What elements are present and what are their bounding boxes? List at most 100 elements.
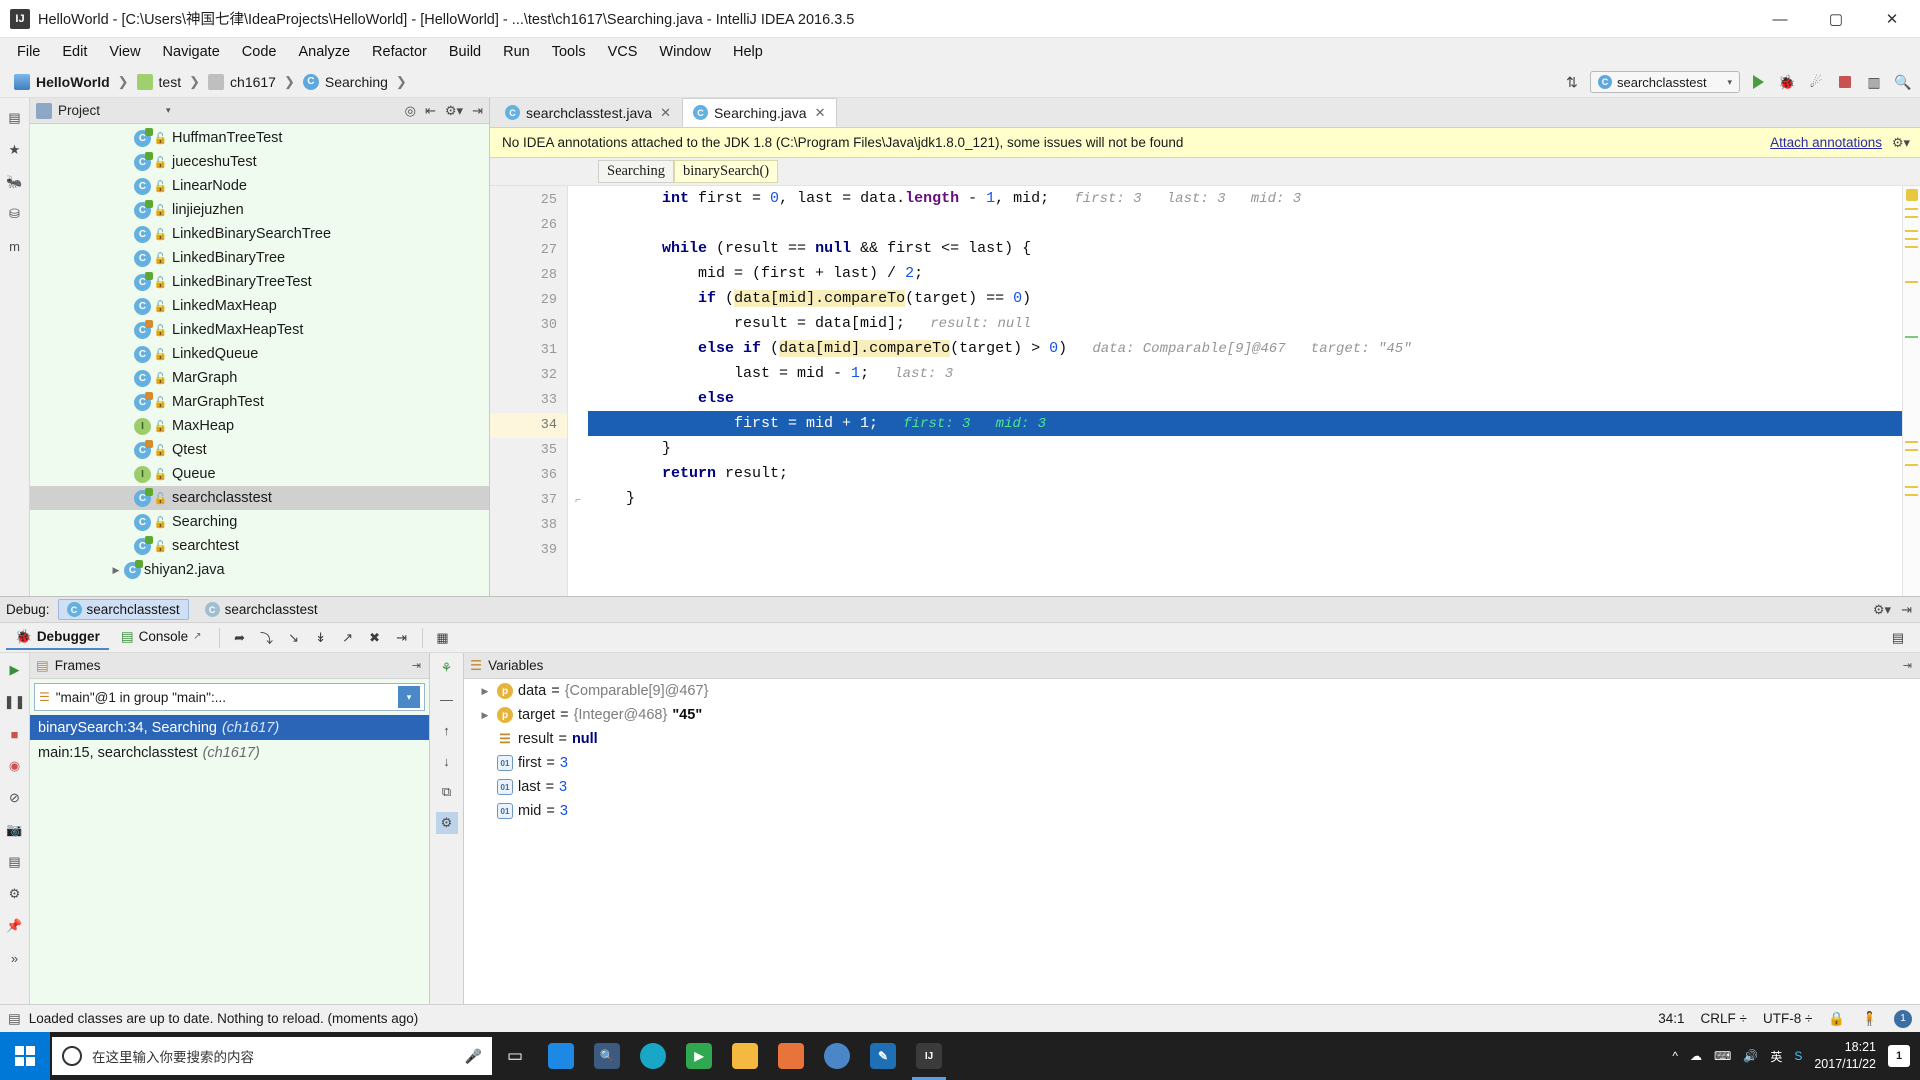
tree-item-searching[interactable]: C 🔓 Searching — [30, 510, 489, 534]
tray-volume-icon[interactable]: 🔊 — [1743, 1049, 1758, 1063]
tray-cloud-icon[interactable]: ☁ — [1690, 1049, 1702, 1063]
pin-icon[interactable]: ⇥ — [412, 659, 421, 672]
code-line[interactable] — [588, 211, 1902, 236]
taskbar-app-browser[interactable] — [814, 1032, 860, 1080]
step-out-icon[interactable]: ↗ — [336, 626, 360, 650]
menu-view[interactable]: View — [98, 41, 151, 63]
layout-icon[interactable]: ▥ — [1863, 71, 1885, 93]
tab-searchclasstest-java[interactable]: C searchclasstest.java ✕ — [494, 98, 682, 127]
debug-session-tab-2[interactable]: C searchclasstest — [197, 600, 326, 619]
tree-item-linjiejuzhen[interactable]: C 🔓 linjiejuzhen — [30, 198, 489, 222]
variable-row-first[interactable]: 01 first = 3 — [464, 751, 1920, 775]
chevron-right-icon[interactable]: ▶ — [478, 710, 492, 721]
settings-icon[interactable]: ⚙▾ — [1873, 602, 1891, 618]
settings-icon[interactable]: ⚙▾ — [445, 103, 463, 119]
hector-icon[interactable]: 🧍 — [1861, 1011, 1878, 1027]
tray-ime-icon[interactable]: 英 — [1770, 1048, 1782, 1065]
line-separator[interactable]: CRLF ÷ — [1701, 1011, 1747, 1026]
code-text-area[interactable]: int first = 0, last = data. length - 1, m… — [588, 186, 1902, 596]
layout-icon[interactable]: ▤ — [4, 851, 26, 873]
tree-item-linkedbinarytreetest[interactable]: C 🔓 LinkedBinaryTreeTest — [30, 270, 489, 294]
hide-icon[interactable]: ⇥ — [472, 103, 483, 119]
tree-item-qtest[interactable]: C 🔓 Qtest — [30, 438, 489, 462]
chevron-down-icon[interactable]: ▾ — [166, 105, 171, 116]
variable-row-last[interactable]: 01 last = 3 — [464, 775, 1920, 799]
taskbar-app-intellij[interactable]: IJ — [906, 1032, 952, 1080]
taskbar-app-magnifier[interactable]: 🔍 — [584, 1032, 630, 1080]
run-to-cursor-icon[interactable]: ⇥ — [390, 626, 414, 650]
chevron-right-icon[interactable]: ▶ — [108, 565, 124, 576]
inspection-status-icon[interactable] — [1906, 189, 1918, 201]
tab-searching-java[interactable]: C Searching.java ✕ — [681, 98, 837, 127]
view-breakpoints-icon[interactable]: ◉ — [4, 755, 26, 777]
restore-layout-icon[interactable]: ▤ — [1886, 626, 1910, 650]
notification-badge[interactable]: 1 — [1894, 1009, 1912, 1028]
tray-s-icon[interactable]: S — [1794, 1049, 1802, 1063]
mute-breakpoints-icon[interactable]: ⊘ — [4, 787, 26, 809]
minimize-button[interactable]: — — [1752, 0, 1808, 38]
tree-item-linkedqueue[interactable]: C 🔓 LinkedQueue — [30, 342, 489, 366]
tree-item-searchtest[interactable]: C 🔓 searchtest — [30, 534, 489, 558]
pin-icon[interactable]: ↗ — [193, 631, 201, 642]
code-folding-column[interactable]: ⌐ — [568, 186, 588, 596]
step-into-icon[interactable]: ↘ — [282, 626, 306, 650]
taskbar-app-orange[interactable] — [768, 1032, 814, 1080]
search-icon[interactable]: 🔍 — [1892, 71, 1914, 93]
code-line[interactable]: result = data[mid]; result: null — [588, 311, 1902, 336]
menu-help[interactable]: Help — [722, 41, 774, 63]
collapse-icon[interactable]: ⇤ — [425, 103, 436, 119]
drop-frame-icon[interactable]: ✖ — [363, 626, 387, 650]
debug-session-tab-1[interactable]: C searchclasstest — [57, 599, 189, 620]
breadcrumb-class[interactable]: C Searching — [297, 73, 394, 91]
start-button[interactable] — [0, 1032, 50, 1080]
target-icon[interactable]: ◎ — [405, 103, 416, 119]
code-line[interactable]: else — [588, 386, 1902, 411]
menu-edit[interactable]: Edit — [51, 41, 98, 63]
tree-item-shiyan2[interactable]: ▶ Cshiyan2.java — [30, 558, 489, 582]
frames-list[interactable]: binarySearch:34, Searching (ch1617) main… — [30, 715, 429, 765]
tree-item-linkedbinarysearchtree[interactable]: C 🔓 LinkedBinarySearchTree — [30, 222, 489, 246]
lock-icon[interactable]: 🔒 — [1828, 1011, 1845, 1027]
chevron-down-icon[interactable]: ▾ — [398, 686, 420, 708]
pin-icon[interactable]: ⇥ — [1903, 659, 1912, 672]
copy-icon[interactable]: ⧉ — [436, 781, 458, 803]
taskbar-app-explorer[interactable] — [722, 1032, 768, 1080]
menu-file[interactable]: File — [6, 41, 51, 63]
debug-icon[interactable]: 🐞 — [1776, 71, 1798, 93]
tree-item-jueceshutest[interactable]: C 🔓 jueceshuTest — [30, 150, 489, 174]
menu-tools[interactable]: Tools — [541, 41, 597, 63]
resume-icon[interactable]: ▶ — [4, 659, 26, 681]
breadcrumb-module[interactable]: HelloWorld — [8, 73, 116, 91]
thread-selector[interactable]: ☰ "main"@1 in group "main":... ▾ — [34, 683, 425, 711]
favorites-icon[interactable]: ★ — [4, 139, 26, 161]
step-over-icon[interactable]: ⤵ — [255, 626, 279, 650]
variable-row-data[interactable]: ▶ p data = {Comparable[9]@467} — [464, 679, 1920, 703]
down-icon[interactable]: ↓ — [436, 750, 458, 772]
variable-row-mid[interactable]: 01 mid = 3 — [464, 799, 1920, 823]
tree-item-linearnode[interactable]: C 🔓 LinearNode — [30, 174, 489, 198]
close-icon[interactable]: ✕ — [660, 105, 671, 121]
structure-icon[interactable]: ▤ — [4, 107, 26, 129]
variable-row-target[interactable]: ▶ p target = {Integer@468} "45" — [464, 703, 1920, 727]
menu-vcs[interactable]: VCS — [597, 41, 649, 63]
pause-icon[interactable]: ❚❚ — [4, 691, 26, 713]
tree-item-searchclasstest[interactable]: C 🔓 searchclasstest — [30, 486, 489, 510]
event-log-icon[interactable]: ▤ — [8, 1011, 21, 1027]
ant-build-icon[interactable]: 🐜 — [4, 171, 26, 193]
tree-item-queue[interactable]: I 🔓 Queue — [30, 462, 489, 486]
frame-row-binarysearch[interactable]: binarySearch:34, Searching (ch1617) — [30, 715, 429, 740]
tray-expand-icon[interactable]: ^ — [1672, 1049, 1678, 1063]
line-number-gutter[interactable]: 25 26 27 28 29 30 31 32 33 34 35 36 37 3… — [490, 186, 568, 596]
code-line[interactable]: else if (data[mid].compareTo (target) > 0… — [588, 336, 1902, 361]
maximize-button[interactable]: ▢ — [1808, 0, 1864, 38]
breadcrumb-package[interactable]: ch1617 — [202, 73, 282, 91]
evaluate-expression-icon[interactable]: ▦ — [431, 626, 455, 650]
tree-item-linkedmaxheap[interactable]: C 🔓 LinkedMaxHeap — [30, 294, 489, 318]
chevron-right-icon[interactable]: ▶ — [478, 686, 492, 697]
show-frames-icon[interactable]: ⚘ — [436, 657, 458, 679]
taskbar-app-blue[interactable] — [538, 1032, 584, 1080]
menu-navigate[interactable]: Navigate — [152, 41, 231, 63]
microphone-icon[interactable]: 🎤 — [465, 1048, 482, 1065]
run-icon[interactable] — [1747, 71, 1769, 93]
taskbar-search-input[interactable]: 在这里输入你要搜索的内容 🎤 — [52, 1037, 492, 1075]
